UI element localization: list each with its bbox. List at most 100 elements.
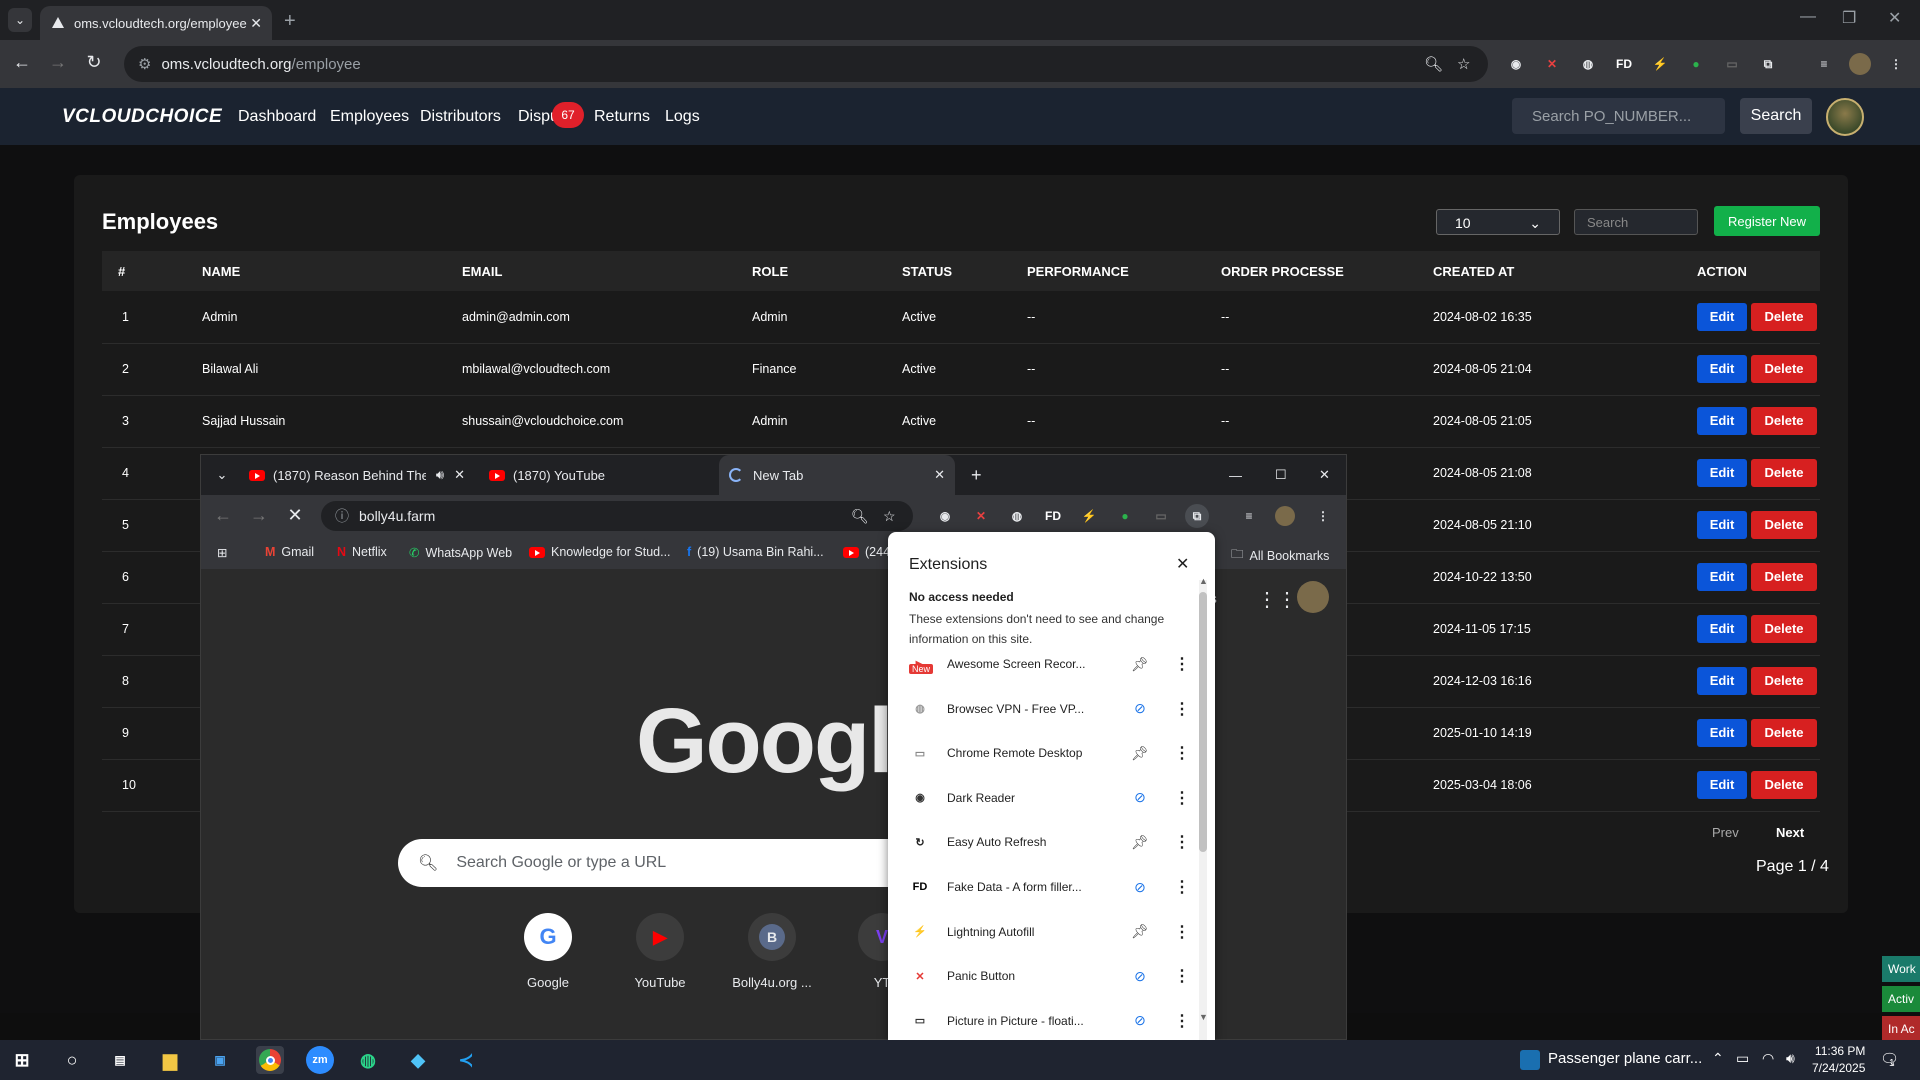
delete-button[interactable]: Delete xyxy=(1751,511,1817,539)
shortcut-youtube[interactable]: ▶ YouTube xyxy=(615,913,705,990)
delete-button[interactable]: Delete xyxy=(1751,302,1817,331)
nav-distributors[interactable]: Distributors xyxy=(420,108,501,126)
pinned-icon[interactable]: 📌︎ xyxy=(1130,745,1150,762)
po-search-button[interactable]: Search xyxy=(1740,98,1812,134)
profile-avatar-icon[interactable] xyxy=(1273,504,1297,528)
address-bar[interactable]: ⚙ oms.vcloudtech.org/employee 🔍︎ ☆ xyxy=(124,46,1488,82)
back-icon[interactable]: ← xyxy=(10,52,34,73)
profile-avatar-icon[interactable] xyxy=(1848,52,1872,76)
reload-icon[interactable]: ↻ xyxy=(82,52,106,73)
google-apps-icon[interactable]: ⋮⋮ xyxy=(1257,587,1297,612)
edit-button[interactable]: Edit xyxy=(1697,511,1747,539)
scroll-up-icon[interactable]: ▲ xyxy=(1199,576,1208,586)
wifi-icon[interactable]: ◠ xyxy=(1762,1050,1774,1067)
extension-item[interactable]: ✕ Panic Button ⊘ ⋮ xyxy=(909,960,1190,992)
edit-button[interactable]: Edit xyxy=(1697,302,1747,331)
more-options-icon[interactable]: ⋮ xyxy=(1174,966,1190,986)
search-icon[interactable]: ○ xyxy=(58,1046,86,1074)
unpinned-icon[interactable]: ⊘ xyxy=(1130,700,1150,717)
extension-item[interactable]: ↻ Easy Auto Refresh 📌︎ ⋮ xyxy=(909,826,1190,858)
more-options-icon[interactable]: ⋮ xyxy=(1174,1011,1190,1031)
unpinned-icon[interactable]: ⊘ xyxy=(1130,968,1150,985)
new-tab-icon[interactable]: + xyxy=(961,455,992,495)
register-new-button[interactable]: Register New xyxy=(1714,206,1820,236)
notifications-icon[interactable]: 🗨︎1 xyxy=(1880,1050,1905,1069)
browser-tab-active[interactable]: oms.vcloudtech.org/employee ✕ xyxy=(40,6,272,40)
more-options-icon[interactable]: ⋮ xyxy=(1174,922,1190,942)
extension-item[interactable]: ◍ Browsec VPN - Free VP... ⊘ ⋮ xyxy=(909,693,1190,725)
store-icon[interactable]: ▣ xyxy=(206,1046,234,1074)
fake-data-icon[interactable]: FD xyxy=(1612,52,1636,76)
stop-loading-icon[interactable]: ✕ xyxy=(283,505,307,526)
tab-search-chevron-icon[interactable]: ⌄ xyxy=(8,8,32,32)
close-window-icon[interactable]: ✕ xyxy=(1309,455,1340,495)
apps-grid-icon[interactable]: ⊞ xyxy=(217,545,227,560)
close-window-icon[interactable]: ✕ xyxy=(1888,8,1901,28)
browsec-vpn-icon[interactable]: ◍ xyxy=(1576,52,1600,76)
bookmark-netflix[interactable]: N Netflix xyxy=(337,545,387,559)
more-options-icon[interactable]: ⋮ xyxy=(1174,832,1190,852)
news-weather-icon[interactable] xyxy=(1520,1050,1540,1070)
extension-item[interactable]: ⚡ Lightning Autofill 📌︎ ⋮ xyxy=(909,916,1190,948)
more-options-icon[interactable]: ⋮ xyxy=(1174,788,1190,808)
nav-dashboard[interactable]: Dashboard xyxy=(238,108,316,126)
close-icon[interactable]: ✕ xyxy=(1176,554,1189,574)
app-icon[interactable]: ◍ xyxy=(354,1046,382,1074)
chrome-icon[interactable] xyxy=(256,1046,284,1074)
dark-reader-icon[interactable]: ◉ xyxy=(1504,52,1528,76)
volume-icon[interactable]: 🔊︎ xyxy=(1786,1050,1795,1067)
lightning-autofill-icon[interactable]: ⚡ xyxy=(1077,504,1101,528)
delete-button[interactable]: Delete xyxy=(1751,667,1817,695)
system-clock[interactable]: 11:36 PM 7/24/2025 xyxy=(1812,1043,1865,1077)
site-info-icon[interactable]: ⚙ xyxy=(138,55,151,73)
edit-button[interactable]: Edit xyxy=(1697,355,1747,383)
site-logo[interactable]: VCLOUDCHOICE xyxy=(62,106,222,128)
new-tab-icon[interactable]: + xyxy=(284,10,296,33)
nav-returns[interactable]: Returns xyxy=(594,108,650,126)
close-tab-icon[interactable]: ✕ xyxy=(934,467,945,483)
edit-button[interactable]: Edit xyxy=(1697,719,1747,747)
media-control-icon[interactable]: ≡ xyxy=(1237,504,1261,528)
windows-start-icon[interactable]: ⊞ xyxy=(8,1046,36,1074)
back-icon[interactable]: ← xyxy=(211,505,235,526)
bookmark-whatsapp[interactable]: ✆ WhatsApp Web xyxy=(409,545,512,561)
unpinned-icon[interactable]: ⊘ xyxy=(1130,879,1150,896)
google-account-avatar[interactable] xyxy=(1297,581,1329,613)
pinned-icon[interactable]: 📌︎ xyxy=(1130,923,1150,940)
dark-reader-icon[interactable]: ◉ xyxy=(933,504,957,528)
delete-button[interactable]: Delete xyxy=(1751,355,1817,383)
close-tab-icon[interactable]: ✕ xyxy=(454,467,465,483)
forward-icon[interactable]: → xyxy=(46,52,70,73)
delete-button[interactable]: Delete xyxy=(1751,407,1817,435)
scroll-down-icon[interactable]: ▼ xyxy=(1199,1012,1208,1022)
po-number-search-input[interactable]: Search PO_NUMBER... xyxy=(1512,98,1725,134)
edit-button[interactable]: Edit xyxy=(1697,563,1747,591)
bookmark-facebook[interactable]: f (19) Usama Bin Rahi... xyxy=(687,545,824,559)
more-options-icon[interactable]: ⋮ xyxy=(1174,877,1190,897)
bookmark-star-icon[interactable]: ☆ xyxy=(883,508,896,525)
battery-icon[interactable]: ▭ xyxy=(1736,1050,1749,1067)
browsec-vpn-icon[interactable]: ◍ xyxy=(1005,504,1029,528)
zoom-icon[interactable]: 🔍︎ xyxy=(851,508,869,525)
extension-item[interactable]: FD Fake Data - A form filler... ⊘ ⋮ xyxy=(909,871,1190,903)
zoom-icon[interactable]: 🔍︎ xyxy=(1424,55,1443,73)
popup-address-bar[interactable]: ⓘ bolly4u.farm 🔍︎ ☆ xyxy=(321,501,913,531)
browser-menu-icon[interactable]: ⋮ xyxy=(1311,504,1335,528)
green-extension-icon[interactable]: ● xyxy=(1684,52,1708,76)
extensions-puzzle-icon[interactable]: ⧉ xyxy=(1756,52,1780,76)
minimize-icon[interactable]: — xyxy=(1219,455,1252,495)
extension-item[interactable]: ▭ Chrome Remote Desktop 📌︎ ⋮ xyxy=(909,737,1190,769)
side-tag-inactive[interactable]: In Ac xyxy=(1882,1016,1920,1042)
shortcut-google[interactable]: G Google xyxy=(503,913,593,990)
edit-button[interactable]: Edit xyxy=(1697,771,1747,799)
minimize-icon[interactable]: — xyxy=(1800,8,1816,26)
popup-tab-1[interactable]: (1870) Reason Behind The U 🔊︎ ✕ xyxy=(239,455,475,495)
pip-extension-icon[interactable]: ▭ xyxy=(1720,52,1744,76)
panic-button-icon[interactable]: ✕ xyxy=(1540,52,1564,76)
edit-button[interactable]: Edit xyxy=(1697,407,1747,435)
scrollbar-thumb[interactable] xyxy=(1199,592,1207,852)
close-tab-icon[interactable]: ✕ xyxy=(250,15,262,32)
fake-data-icon[interactable]: FD xyxy=(1041,504,1065,528)
info-icon[interactable]: ⓘ xyxy=(335,506,349,526)
extension-item[interactable]: ▭ Picture in Picture - floati... ⊘ ⋮ xyxy=(909,1005,1190,1037)
